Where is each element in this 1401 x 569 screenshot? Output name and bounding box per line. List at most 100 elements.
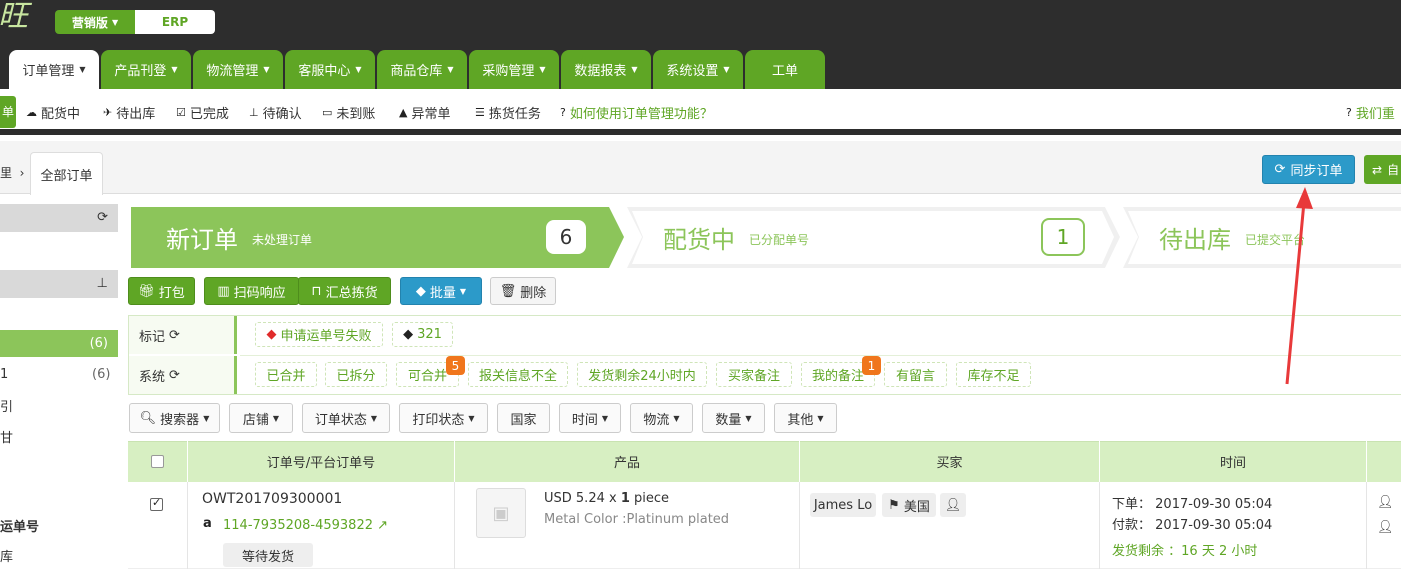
gift-icon: 🎁︎ [138, 283, 155, 299]
refresh-icon[interactable]: ⟳ [169, 368, 180, 383]
nav-tab-purchase[interactable]: 采购管理 ▼ [469, 50, 559, 89]
country-label: 美国 [903, 499, 930, 515]
auto-button[interactable]: ⇄ 自 [1364, 155, 1401, 184]
erp-button[interactable]: ERP [135, 10, 215, 34]
subnav-label: 配货中 [41, 106, 81, 122]
edition-label: 营销版 [71, 15, 108, 30]
subnav-help-link[interactable]: ? 如何使用订单管理功能？ [560, 97, 713, 127]
nav-tab-label: 数据报表 [574, 64, 627, 79]
refresh-icon[interactable]: ⟳ [169, 328, 180, 343]
nav-tab-orders[interactable]: 订单管理 ▼ [9, 50, 99, 89]
sidebar-item-text[interactable]: 引 [0, 396, 13, 415]
filter-logistics[interactable]: 物流 ▼ [630, 403, 693, 433]
nav-tab-label: 工单 [771, 64, 798, 79]
nav-tab-reports[interactable]: 数据报表 ▼ [561, 50, 651, 89]
filter-searcher[interactable]: 🔍︎ 搜索器 ▼ [129, 403, 220, 433]
select-all-checkbox[interactable] [151, 455, 164, 468]
subnav-allocating[interactable]: ☁ 配货中 [26, 97, 80, 127]
contact-us-link[interactable]: ? 我们重 [1346, 97, 1395, 127]
summary-picking-button[interactable]: ⊓ 汇总拣货 [298, 277, 391, 305]
pay-time-value: 2017-09-30 05:04 [1155, 518, 1273, 533]
filter-label: 国家 [510, 412, 537, 428]
buyer-name[interactable]: James Lo [810, 493, 876, 517]
caret-down-icon: ▼ [539, 65, 546, 74]
system-label-text: 系统 [139, 369, 166, 385]
subnav-exceptions[interactable]: ▲ 异常单 [399, 97, 450, 127]
order-time-label: 下单： [1112, 497, 1152, 512]
nav-tab-listing[interactable]: 产品刊登 ▼ [101, 50, 191, 89]
main-nav-tabs: 订单管理 ▼ 产品刊登 ▼ 物流管理 ▼ 客服中心 ▼ 商品仓库 ▼ 采购管理 ▼ 数据报表… [9, 50, 827, 89]
pay-time: 付款： 2017-09-30 05:04 [1112, 514, 1272, 533]
filter-store[interactable]: 店铺 ▼ [229, 403, 293, 433]
caret-down-icon: ▼ [631, 65, 638, 74]
tag-customs-incomplete[interactable]: 报关信息不全 [468, 362, 568, 387]
header-checkbox-cell [128, 441, 188, 482]
product-image-placeholder[interactable]: ▣ [476, 488, 526, 538]
sidebar-item-text[interactable]: 库 [0, 546, 13, 565]
ship-remaining-value: 16 天 2 小时 [1181, 544, 1258, 559]
caret-down-icon: ▼ [112, 17, 119, 27]
filter-time[interactable]: 时间 ▼ [559, 403, 621, 433]
nav-tab-tickets[interactable]: 工单 [745, 50, 825, 89]
subnav-active-item[interactable]: 单 [0, 96, 16, 128]
scan-label: 扫码响应 [233, 285, 286, 301]
tag-has-message[interactable]: 有留言 [884, 362, 947, 387]
sidebar-item-text[interactable]: 甘 [0, 427, 13, 446]
nav-tab-settings[interactable]: 系统设置 ▼ [653, 50, 743, 89]
nav-tab-warehouse[interactable]: 商品仓库 ▼ [377, 50, 467, 89]
order-status-badge: 等待发货 [223, 543, 313, 567]
nav-tab-logistics[interactable]: 物流管理 ▼ [193, 50, 283, 89]
tag-merged[interactable]: 已合并 [255, 362, 317, 387]
subnav-completed[interactable]: ☑ 已完成 [176, 97, 229, 127]
filter-other[interactable]: 其他 ▼ [774, 403, 837, 433]
delete-button[interactable]: 🗑︎ 删除 [490, 277, 556, 305]
tab-all-orders[interactable]: 全部订单 [30, 152, 103, 195]
filter-order-status[interactable]: 订单状态 ▼ [302, 403, 390, 433]
tag-out-of-stock[interactable]: 库存不足 [956, 362, 1031, 387]
filter-print-status[interactable]: 打印状态 ▼ [399, 403, 488, 433]
batch-dropdown-button[interactable]: ◆ 批量 ▼ [400, 277, 482, 305]
edition-switch[interactable]: 营销版 ▼ ERP [55, 10, 215, 34]
scan-response-button[interactable]: ▥ 扫码响应 [204, 277, 299, 305]
subnav-picking-tasks[interactable]: ☰ 拣货任务 [475, 97, 541, 127]
user-icon: 👤︎ [944, 497, 962, 513]
column-header: 时间 [1100, 441, 1367, 482]
subnav-unpaid[interactable]: ▭ 未到账 [322, 97, 375, 127]
tag-ship-within-24h[interactable]: 发货剩余24小时内 [577, 362, 707, 387]
platform-order-link[interactable]: 114-7935208-4593822 ↗ [223, 518, 388, 533]
filter-country[interactable]: 国家 [497, 403, 550, 433]
ship-remaining: 发货剩余 ：16 天 2 小时 [1112, 540, 1257, 559]
nav-tab-label: 物流管理 [206, 64, 259, 79]
sidebar-item-active[interactable]: (6) [0, 330, 118, 357]
app-logo: 旺 [0, 0, 28, 34]
tag-split[interactable]: 已拆分 [325, 362, 387, 387]
nav-tab-label: 商品仓库 [390, 64, 443, 79]
subnav-awaiting-shipment[interactable]: ✈ 待出库 [103, 97, 155, 127]
filter-quantity[interactable]: 数量 ▼ [702, 403, 765, 433]
tag-321[interactable]: ◆ 321 [392, 322, 453, 347]
system-label: 系统 ⟳ [129, 356, 237, 394]
subnav-label: 待出库 [116, 106, 156, 122]
nav-tab-service[interactable]: 客服中心 ▼ [285, 50, 375, 89]
tag-waybill-failed[interactable]: ◆ 申请运单号失败 [255, 322, 383, 347]
row-checkbox[interactable] [150, 496, 163, 511]
sidebar-item-text[interactable]: 运单号 [0, 516, 39, 535]
refresh-icon[interactable]: ⟳ [97, 210, 108, 225]
sidebar-item-text[interactable]: 1 [0, 367, 8, 382]
divider [799, 482, 800, 569]
pack-button[interactable]: 🎁︎ 打包 [128, 277, 195, 305]
tag-label: 申请运单号失败 [280, 329, 372, 344]
buyer-info-button[interactable]: 👤︎ [940, 493, 966, 517]
caret-down-icon: ▼ [745, 413, 752, 423]
edition-dropdown[interactable]: 营销版 ▼ [55, 10, 135, 34]
count-badge: 5 [446, 356, 465, 375]
tag-icon: ◆ [403, 327, 414, 342]
caret-down-icon: ▼ [673, 413, 680, 423]
subnav-pending-confirm[interactable]: ⊥ 待确认 [249, 97, 302, 127]
tag-buyer-note[interactable]: 买家备注 [716, 362, 792, 387]
sitemap-icon[interactable]: ⊥ [97, 276, 108, 291]
order-number: OWT201709300001 [202, 491, 343, 507]
sync-orders-button[interactable]: ⟳ 同步订单 [1262, 155, 1355, 184]
caret-down-icon: ▼ [203, 413, 210, 423]
nav-tab-label: 客服中心 [298, 64, 351, 79]
